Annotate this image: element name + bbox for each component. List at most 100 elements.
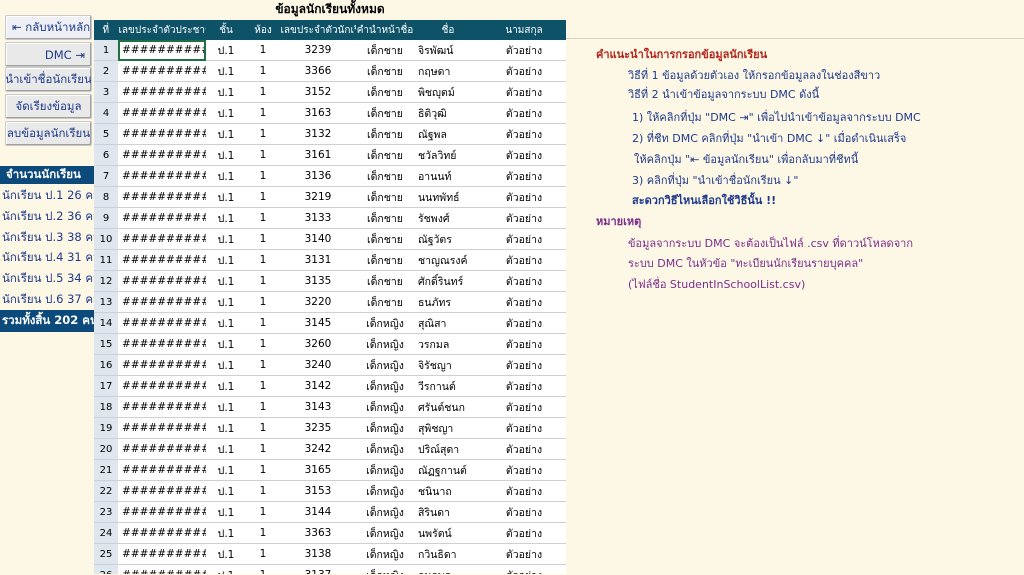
prefix-cell[interactable]: เด็กชาย (356, 60, 414, 82)
prefix-cell[interactable]: เด็กหญิง (356, 501, 414, 523)
first-name-cell[interactable]: ชวัลวิทย์ (414, 144, 482, 166)
first-name-cell[interactable]: ณัฐพล (414, 123, 482, 145)
first-name-cell[interactable]: อานนท์ (414, 165, 482, 187)
room-cell[interactable]: 1 (246, 417, 280, 439)
last-name-cell[interactable]: ตัวอย่าง (482, 228, 566, 250)
grade-cell[interactable]: ป.1 (206, 543, 246, 565)
grade-cell[interactable]: ป.1 (206, 312, 246, 334)
room-cell[interactable]: 1 (246, 102, 280, 124)
citizen-id-cell[interactable]: ############### (118, 543, 206, 565)
citizen-id-cell[interactable]: ############### (118, 270, 206, 292)
student-id-cell[interactable]: 3133 (280, 207, 356, 229)
student-id-cell[interactable]: 3153 (280, 480, 356, 502)
room-cell[interactable]: 1 (246, 291, 280, 313)
room-cell[interactable]: 1 (246, 40, 280, 61)
grade-cell[interactable]: ป.1 (206, 459, 246, 481)
prefix-cell[interactable]: เด็กหญิง (356, 522, 414, 544)
room-cell[interactable]: 1 (246, 123, 280, 145)
prefix-cell[interactable]: เด็กหญิง (356, 333, 414, 355)
first-name-cell[interactable]: ณัฏฐกานต์ (414, 459, 482, 481)
import-students-button[interactable]: นำเข้าชื่อนักเรียน (5, 67, 92, 92)
student-id-cell[interactable]: 3132 (280, 123, 356, 145)
room-cell[interactable]: 1 (246, 396, 280, 418)
first-name-cell[interactable]: สุณิสา (414, 312, 482, 334)
grade-cell[interactable]: ป.1 (206, 249, 246, 271)
student-id-cell[interactable]: 3163 (280, 102, 356, 124)
first-name-cell[interactable]: กฤษดา (414, 60, 482, 82)
grade-cell[interactable]: ป.1 (206, 396, 246, 418)
first-name-cell[interactable]: วีรกานต์ (414, 375, 482, 397)
last-name-cell[interactable]: ตัวอย่าง (482, 501, 566, 523)
first-name-cell[interactable]: รัชพงศ์ (414, 207, 482, 229)
first-name-cell[interactable]: ศรันต์ชนก (414, 396, 482, 418)
room-cell[interactable]: 1 (246, 165, 280, 187)
citizen-id-cell[interactable]: ############### (118, 102, 206, 124)
last-name-cell[interactable]: ตัวอย่าง (482, 270, 566, 292)
citizen-id-cell[interactable]: ############### (118, 333, 206, 355)
last-name-cell[interactable]: ตัวอย่าง (482, 375, 566, 397)
delete-students-button[interactable]: ลบข้อมูลนักเรียน (5, 121, 92, 146)
citizen-id-cell[interactable]: ############### (118, 165, 206, 187)
first-name-cell[interactable]: ศักดิ์รินทร์ (414, 270, 482, 292)
student-id-cell[interactable]: 3161 (280, 144, 356, 166)
room-cell[interactable]: 1 (246, 186, 280, 208)
first-name-cell[interactable]: ชาญณรงค์ (414, 249, 482, 271)
grade-cell[interactable]: ป.1 (206, 102, 246, 124)
citizen-id-cell[interactable]: ############### (118, 375, 206, 397)
citizen-id-cell[interactable]: ############### (118, 564, 206, 574)
grade-cell[interactable]: ป.1 (206, 291, 246, 313)
citizen-id-cell[interactable]: ############### (118, 459, 206, 481)
prefix-cell[interactable]: เด็กชาย (356, 40, 414, 61)
student-id-cell[interactable]: 3366 (280, 60, 356, 82)
last-name-cell[interactable]: ตัวอย่าง (482, 102, 566, 124)
citizen-id-cell[interactable]: ############### (118, 480, 206, 502)
prefix-cell[interactable]: เด็กชาย (356, 270, 414, 292)
back-to-main-button[interactable]: ⇤ กลับหน้าหลัก (5, 15, 92, 40)
room-cell[interactable]: 1 (246, 543, 280, 565)
first-name-cell[interactable]: ธนภัทร (414, 291, 482, 313)
student-id-cell[interactable]: 3137 (280, 564, 356, 574)
last-name-cell[interactable]: ตัวอย่าง (482, 543, 566, 565)
student-id-cell[interactable]: 3136 (280, 165, 356, 187)
room-cell[interactable]: 1 (246, 522, 280, 544)
room-cell[interactable]: 1 (246, 375, 280, 397)
citizen-id-cell[interactable]: ############### (118, 228, 206, 250)
prefix-cell[interactable]: เด็กหญิง (356, 417, 414, 439)
prefix-cell[interactable]: เด็กชาย (356, 102, 414, 124)
room-cell[interactable]: 1 (246, 207, 280, 229)
grade-cell[interactable]: ป.1 (206, 564, 246, 574)
prefix-cell[interactable]: เด็กชาย (356, 144, 414, 166)
student-id-cell[interactable]: 3240 (280, 354, 356, 376)
first-name-cell[interactable]: สุพิชญา (414, 417, 482, 439)
last-name-cell[interactable]: ตัวอย่าง (482, 396, 566, 418)
student-id-cell[interactable]: 3260 (280, 333, 356, 355)
last-name-cell[interactable]: ตัวอย่าง (482, 81, 566, 103)
student-id-cell[interactable]: 3165 (280, 459, 356, 481)
prefix-cell[interactable]: เด็กชาย (356, 123, 414, 145)
last-name-cell[interactable]: ตัวอย่าง (482, 144, 566, 166)
room-cell[interactable]: 1 (246, 228, 280, 250)
first-name-cell[interactable]: วรกมล (414, 333, 482, 355)
room-cell[interactable]: 1 (246, 480, 280, 502)
grade-cell[interactable]: ป.1 (206, 480, 246, 502)
prefix-cell[interactable]: เด็กชาย (356, 165, 414, 187)
room-cell[interactable]: 1 (246, 312, 280, 334)
citizen-id-cell[interactable]: ############### (118, 81, 206, 103)
room-cell[interactable]: 1 (246, 354, 280, 376)
prefix-cell[interactable]: เด็กชาย (356, 81, 414, 103)
grade-cell[interactable]: ป.1 (206, 522, 246, 544)
last-name-cell[interactable]: ตัวอย่าง (482, 40, 566, 61)
prefix-cell[interactable]: เด็กชาย (356, 186, 414, 208)
last-name-cell[interactable]: ตัวอย่าง (482, 459, 566, 481)
student-id-cell[interactable]: 3145 (280, 312, 356, 334)
prefix-cell[interactable]: เด็กชาย (356, 207, 414, 229)
student-id-cell[interactable]: 3220 (280, 291, 356, 313)
last-name-cell[interactable]: ตัวอย่าง (482, 165, 566, 187)
first-name-cell[interactable]: นพรัตน์ (414, 522, 482, 544)
last-name-cell[interactable]: ตัวอย่าง (482, 312, 566, 334)
last-name-cell[interactable]: ตัวอย่าง (482, 417, 566, 439)
grade-cell[interactable]: ป.1 (206, 165, 246, 187)
first-name-cell[interactable]: ชนินาถ (414, 480, 482, 502)
citizen-id-cell[interactable]: ############### (118, 123, 206, 145)
room-cell[interactable]: 1 (246, 459, 280, 481)
